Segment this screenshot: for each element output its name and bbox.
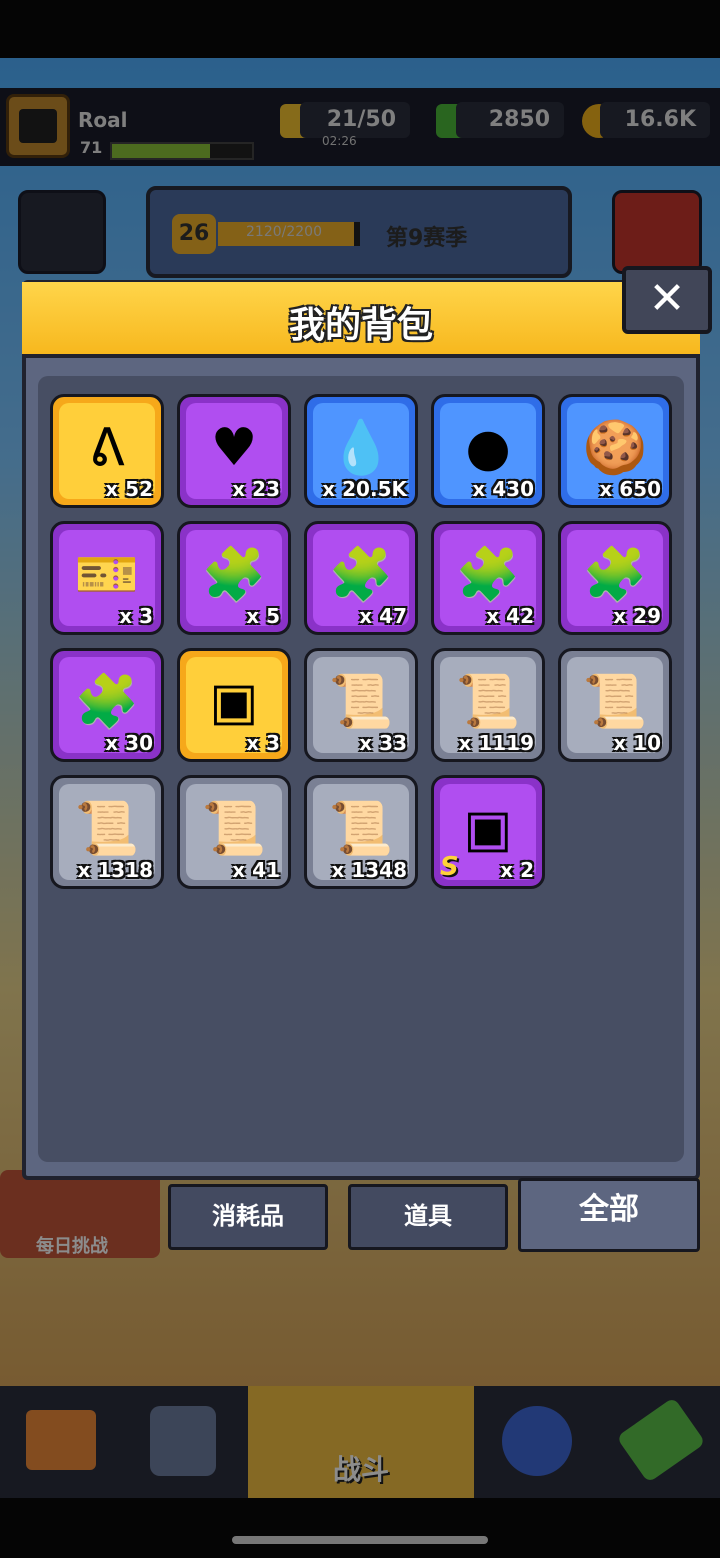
inventory-item[interactable]: 🧩 x 30 <box>50 648 164 762</box>
tab-consumables[interactable]: 消耗品 <box>168 1184 328 1250</box>
item-count: x 41 <box>232 858 280 882</box>
inventory-item[interactable]: 📜 x 10 <box>558 648 672 762</box>
item-count: x 3 <box>246 731 280 755</box>
item-count: x 52 <box>105 477 153 501</box>
inventory-item[interactable]: 📜 x 33 <box>304 648 418 762</box>
inventory-item[interactable]: 🎫 x 3 <box>50 521 164 635</box>
inventory-item[interactable]: ▣ Sx 2 <box>431 775 545 889</box>
inventory-item[interactable]: 💧 x 20.5K <box>304 394 418 508</box>
inventory-item[interactable]: 🧩 x 29 <box>558 521 672 635</box>
inventory-item[interactable]: 🧩 x 5 <box>177 521 291 635</box>
inventory-item[interactable]: 🧩 x 47 <box>304 521 418 635</box>
tab-all[interactable]: 全部 <box>518 1178 700 1252</box>
close-button[interactable]: ✕ <box>622 266 712 334</box>
item-count: x 42 <box>486 604 534 628</box>
inventory-item[interactable]: 📜 x 1119 <box>431 648 545 762</box>
item-count: x 30 <box>105 731 153 755</box>
item-count: x 23 <box>232 477 280 501</box>
item-count: x 650 <box>599 477 661 501</box>
item-count: x 10 <box>613 731 661 755</box>
inventory-item[interactable]: 🧩 x 42 <box>431 521 545 635</box>
modal-title: 我的背包 <box>288 305 433 346</box>
item-count: x 1119 <box>458 731 534 755</box>
inventory-item[interactable]: ● x 430 <box>431 394 545 508</box>
inventory-item[interactable]: ♥ x 23 <box>177 394 291 508</box>
item-count: x 5 <box>246 604 280 628</box>
inventory-item[interactable]: 📜 x 41 <box>177 775 291 889</box>
item-count: x 20.5K <box>322 477 407 501</box>
item-count: x 33 <box>359 731 407 755</box>
inventory-item[interactable]: 🍪 x 650 <box>558 394 672 508</box>
item-count: x 2 <box>500 858 534 882</box>
inventory-item[interactable]: 📜 x 1348 <box>304 775 418 889</box>
tab-props[interactable]: 道具 <box>348 1184 508 1250</box>
item-rank-badge: S <box>440 852 459 882</box>
inventory-item[interactable]: ᕕx 52 <box>50 394 164 508</box>
inventory-item[interactable]: 📜 x 1318 <box>50 775 164 889</box>
item-count: x 47 <box>359 604 407 628</box>
item-count: x 29 <box>613 604 661 628</box>
item-count: x 430 <box>472 477 534 501</box>
item-count: x 1318 <box>77 858 153 882</box>
item-count: x 1348 <box>331 858 407 882</box>
item-count: x 3 <box>119 604 153 628</box>
inventory-item[interactable]: ▣ x 3 <box>177 648 291 762</box>
